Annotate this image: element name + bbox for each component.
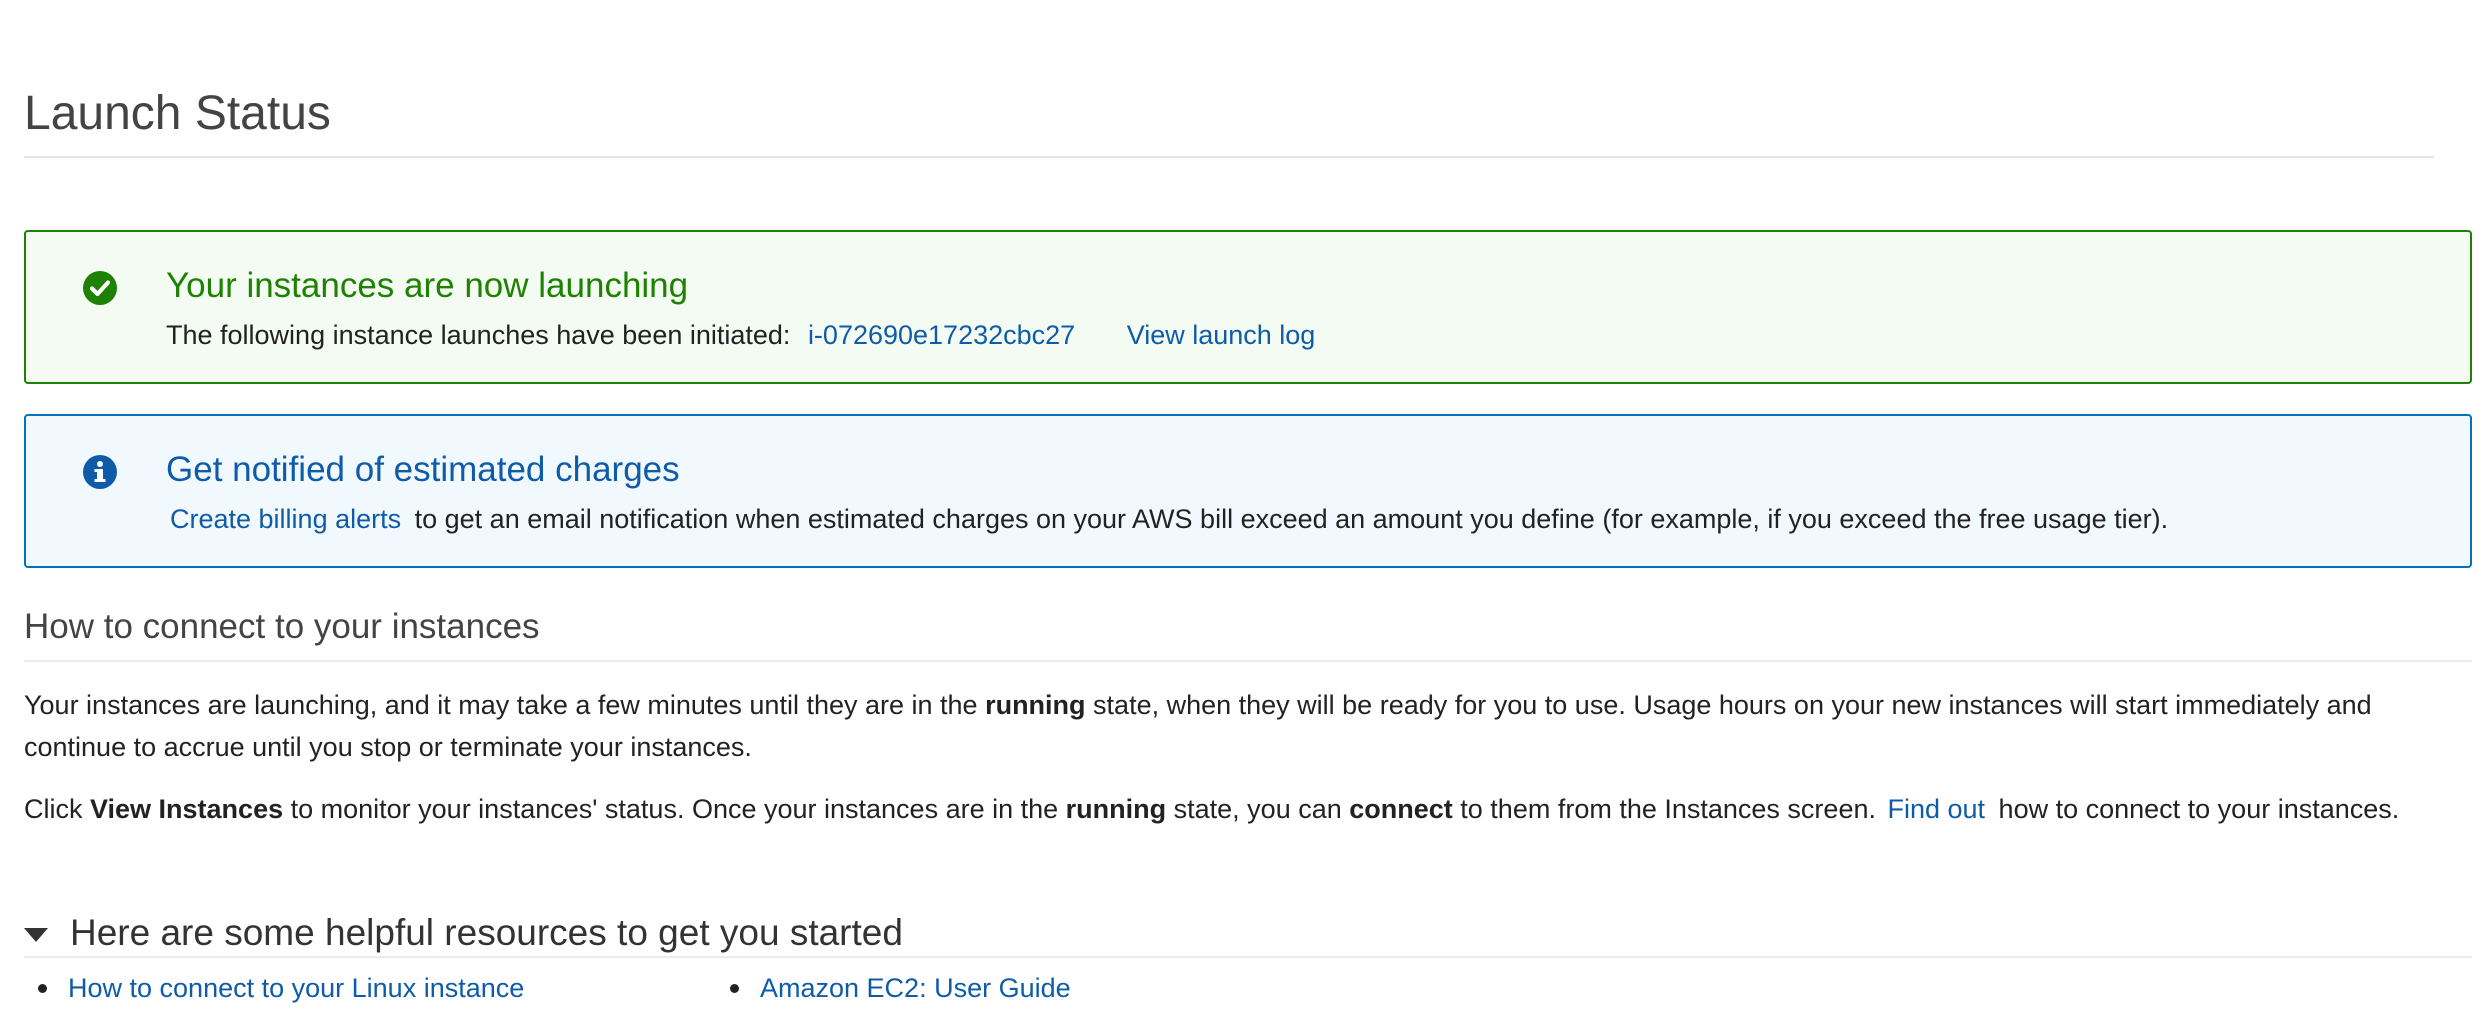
launching-paragraph: Your instances are launching, and it may… bbox=[24, 684, 2472, 768]
ec2-user-guide-link[interactable]: Amazon EC2: User Guide bbox=[760, 973, 1071, 1003]
check-circle-icon bbox=[82, 270, 118, 306]
billing-info-alert: Get notified of estimated charges Create… bbox=[24, 414, 2472, 568]
resources-list-right: Amazon EC2: User Guide bbox=[716, 968, 1071, 1008]
connect-section-divider bbox=[24, 660, 2472, 662]
p2-text-3: state, you can bbox=[1166, 794, 1350, 824]
resources-list-left: How to connect to your Linux instance bbox=[24, 968, 524, 1008]
title-divider bbox=[24, 156, 2434, 158]
p2-text-4: to them from the Instances screen. bbox=[1452, 794, 1884, 824]
connect-section-title: How to connect to your instances bbox=[24, 607, 540, 646]
instance-launch-text: The following instance launches have bee… bbox=[166, 320, 791, 350]
resources-title: Here are some helpful resources to get y… bbox=[70, 912, 903, 953]
info-circle-icon bbox=[82, 454, 118, 490]
caret-down-icon bbox=[24, 928, 48, 942]
p2-bold-running: running bbox=[1065, 794, 1167, 824]
p1-bold-running: running bbox=[985, 690, 1086, 720]
find-out-link[interactable]: Find out bbox=[1887, 794, 1985, 824]
success-alert-body: The following instance launches have bee… bbox=[166, 318, 1315, 352]
p2-bold-connect: connect bbox=[1349, 794, 1453, 824]
billing-alert-body: Create billing alerts to get an email no… bbox=[166, 502, 2168, 536]
list-item: How to connect to your Linux instance bbox=[24, 968, 524, 1008]
create-billing-alerts-link[interactable]: Create billing alerts bbox=[170, 504, 401, 534]
instance-id-link[interactable]: i-072690e17232cbc27 bbox=[808, 320, 1075, 350]
page-title: Launch Status bbox=[24, 87, 331, 140]
p2-text-5: how to connect to your instances. bbox=[1991, 794, 2400, 824]
billing-alert-text: to get an email notification when estima… bbox=[414, 504, 2169, 534]
p2-text-2: to monitor your instances' status. Once … bbox=[283, 794, 1066, 824]
p2-bold-view-instances: View Instances bbox=[90, 794, 284, 824]
view-instances-paragraph: Click View Instances to monitor your ins… bbox=[24, 788, 2472, 830]
resources-toggle[interactable]: Here are some helpful resources to get y… bbox=[24, 908, 903, 958]
success-alert: Your instances are now launching The fol… bbox=[24, 230, 2472, 384]
p2-text-1: Click bbox=[24, 794, 90, 824]
p1-text-1: Your instances are launching, and it may… bbox=[24, 690, 986, 720]
view-launch-log-link[interactable]: View launch log bbox=[1127, 320, 1316, 350]
billing-alert-title: Get notified of estimated charges bbox=[166, 450, 680, 489]
resources-divider bbox=[24, 956, 2472, 958]
success-alert-title: Your instances are now launching bbox=[166, 266, 689, 305]
linux-connect-guide-link[interactable]: How to connect to your Linux instance bbox=[68, 973, 524, 1003]
list-item: Amazon EC2: User Guide bbox=[716, 968, 1071, 1008]
